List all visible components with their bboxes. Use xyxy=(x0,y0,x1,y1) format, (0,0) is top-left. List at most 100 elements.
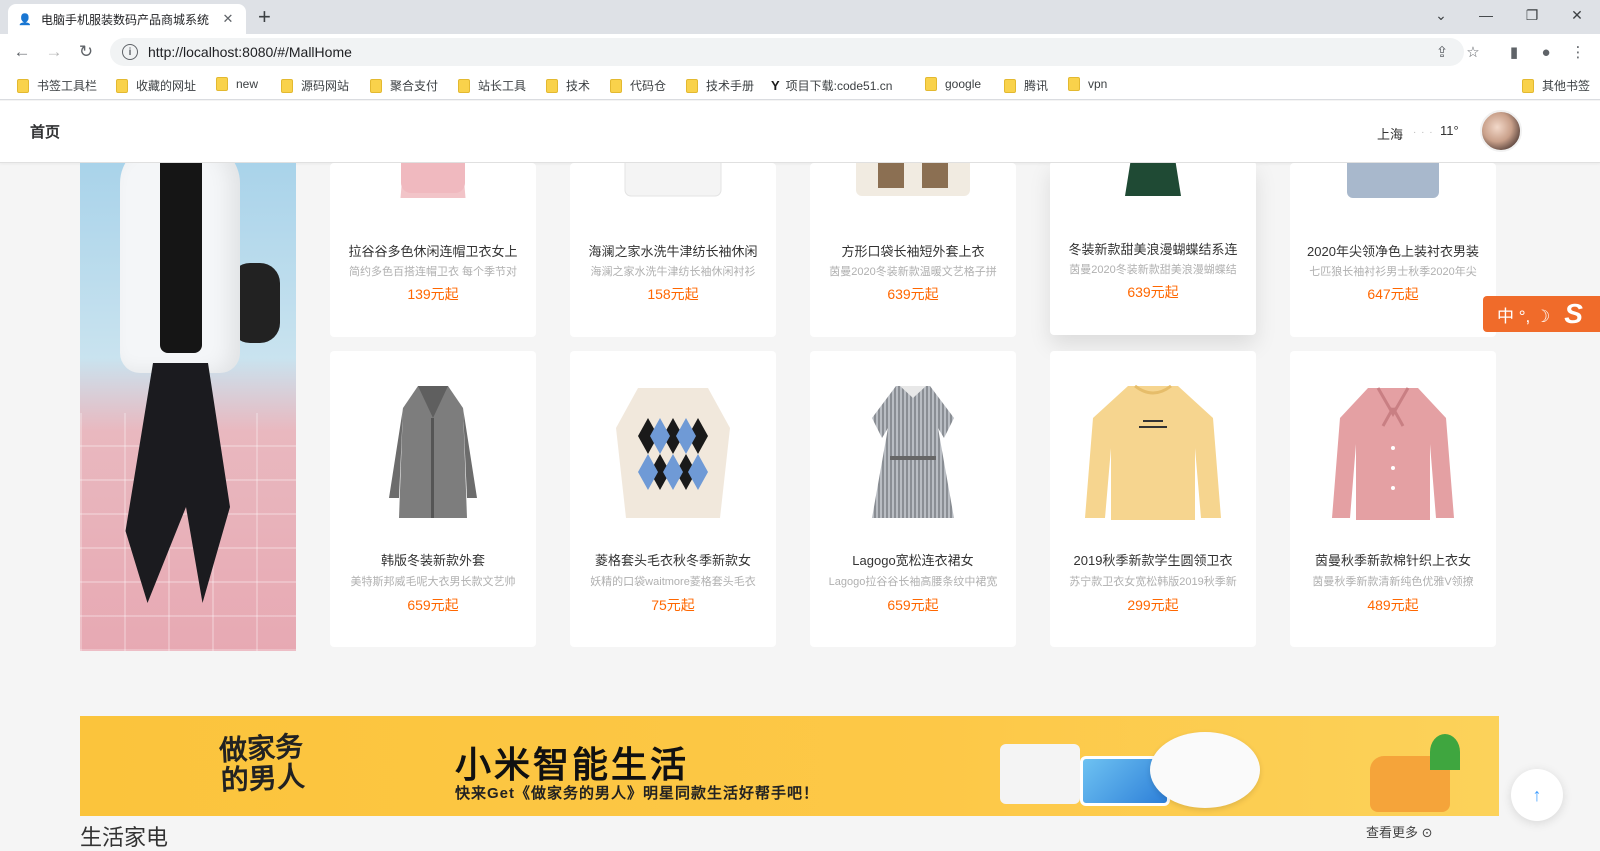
product-desc: 茵曼2020冬装新款温暖文艺格子拼 xyxy=(829,266,997,278)
folder-icon xyxy=(116,78,128,93)
url-text: http://localhost:8080/#/MallHome xyxy=(148,44,352,60)
folder-icon xyxy=(370,78,382,93)
profile-icon[interactable]: ● xyxy=(1534,40,1558,64)
browser-toolbar: ← → ↻ i http://localhost:8080/#/MallHome… xyxy=(0,34,1600,70)
back-to-top-button[interactable]: ↑ xyxy=(1511,769,1563,821)
product-price: 639元起 xyxy=(1127,284,1179,300)
site-header: 首页 上海 · · · 11° xyxy=(0,101,1600,163)
product-card[interactable]: Lagogo宽松连衣裙女 Lagogo拉谷谷长袖高腰条纹中裙宽 659元起 xyxy=(810,351,1016,647)
bookmark-item[interactable]: 源码网站 xyxy=(281,77,349,94)
product-price: 139元起 xyxy=(407,286,459,302)
bookmark-item[interactable]: 书签工具栏 xyxy=(17,77,97,94)
product-image xyxy=(1083,373,1223,533)
folder-icon xyxy=(610,78,622,93)
product-desc: Lagogo拉谷谷长袖高腰条纹中裙宽 xyxy=(828,576,998,588)
menu-dots-icon[interactable]: ⋮ xyxy=(1566,40,1590,64)
product-image xyxy=(363,163,503,203)
bookmark-item[interactable]: new xyxy=(216,77,258,91)
side-promo-image[interactable] xyxy=(80,163,296,651)
product-name: Lagogo宽松连衣裙女 xyxy=(852,553,974,568)
tab-favicon-icon: 👤 xyxy=(18,13,32,26)
product-desc: 美特斯邦威毛呢大衣男长款文艺帅 xyxy=(350,576,516,588)
product-card[interactable]: 菱格套头毛衣秋冬季新款女 妖精的口袋waitmore菱格套头毛衣 75元起 xyxy=(570,351,776,647)
bookmark-item[interactable]: 技术 xyxy=(546,77,590,94)
product-card[interactable]: 方形口袋长袖短外套上衣 茵曼2020冬装新款温暖文艺格子拼 639元起 xyxy=(810,163,1016,337)
back-arrow-icon[interactable]: ← xyxy=(10,40,34,64)
folder-icon xyxy=(686,78,698,93)
product-card[interactable]: 2019秋季新款学生圆领卫衣 苏宁款卫衣女宽松韩版2019秋季新 299元起 xyxy=(1050,351,1256,647)
ime-logo-icon: S xyxy=(1564,298,1583,329)
folder-icon xyxy=(925,77,937,91)
section-title: 生活家电 xyxy=(80,825,169,850)
product-name: 拉谷谷多色休闲连帽卫衣女上 xyxy=(348,244,518,259)
tab-title: 电脑手机服装数码产品商城系统 xyxy=(41,12,210,27)
bookmark-item[interactable]: 收藏的网址 xyxy=(116,77,196,94)
product-name: 韩版冬装新款外套 xyxy=(380,553,485,568)
bookmark-star-icon[interactable]: ☆ xyxy=(1461,40,1485,64)
xiaomi-smart-life-banner[interactable]: 做家务 的男人 小米智能生活 快来Get《做家务的男人》明星同款生活好帮手吧！ xyxy=(80,716,1499,816)
new-tab-plus-icon[interactable]: + xyxy=(258,5,271,29)
reload-icon[interactable]: ↻ xyxy=(74,40,98,64)
folder-icon xyxy=(1522,78,1534,93)
banner-title: 小米智能生活 xyxy=(455,744,690,785)
bookmark-item[interactable]: 技术手册 xyxy=(686,77,754,94)
folder-icon xyxy=(281,78,293,93)
product-card[interactable]: 海澜之家水洗牛津纺长袖休闲 海澜之家水洗牛津纺长袖休闲衬衫 158元起 xyxy=(570,163,776,337)
folder-icon xyxy=(458,78,470,93)
other-bookmarks[interactable]: 其他书签 xyxy=(1522,77,1590,94)
folder-icon xyxy=(1004,78,1016,93)
minimize-icon[interactable]: — xyxy=(1463,0,1509,30)
product-image xyxy=(843,373,983,533)
product-image xyxy=(1083,163,1223,201)
weather-cloud-icon: · · · xyxy=(1413,127,1434,138)
restore-icon[interactable]: ❐ xyxy=(1509,0,1555,30)
product-desc: 茵曼2020冬装新款甜美浪漫蝴蝶结 xyxy=(1069,264,1237,276)
product-name: 冬装新款甜美浪漫蝴蝶结系连 xyxy=(1068,242,1238,257)
product-price: 659元起 xyxy=(407,597,459,613)
product-price: 647元起 xyxy=(1367,286,1419,302)
product-name: 2019秋季新款学生圆领卫衣 xyxy=(1073,553,1233,568)
forward-arrow-icon[interactable]: → xyxy=(42,40,66,64)
side-panel-icon[interactable]: ▮ xyxy=(1502,40,1526,64)
nav-home-link[interactable]: 首页 xyxy=(30,121,60,142)
appliance-image xyxy=(1000,744,1080,804)
product-card[interactable]: 冬装新款甜美浪漫蝴蝶结系连 茵曼2020冬装新款甜美浪漫蝴蝶结 639元起 xyxy=(1050,163,1256,335)
ime-status: 中 °, ☽ xyxy=(1497,306,1551,326)
folder-icon xyxy=(216,77,228,91)
bookmarks-bar: 书签工具栏 收藏的网址 new 源码网站 聚合支付 站长工具 技术 代码仓 技术… xyxy=(0,70,1600,100)
share-icon[interactable]: ⇪ xyxy=(1430,40,1454,64)
bookmark-item[interactable]: vpn xyxy=(1068,77,1107,91)
weather-city: 上海 xyxy=(1377,127,1404,142)
product-image xyxy=(603,163,743,203)
product-desc: 七匹狼长袖衬衫男士秋季2020年尖 xyxy=(1309,266,1477,278)
bookmark-item[interactable]: 腾讯 xyxy=(1004,77,1048,94)
bookmark-item[interactable]: 聚合支付 xyxy=(370,77,438,94)
browser-tab[interactable]: 👤 电脑手机服装数码产品商城系统 ✕ xyxy=(8,4,246,34)
folder-icon xyxy=(1068,77,1080,91)
bookmark-item[interactable]: google xyxy=(925,77,981,91)
banner-subtitle: 快来Get《做家务的男人》明星同款生活好帮手吧！ xyxy=(455,785,820,802)
bookmark-item[interactable]: Y 项目下载:code51.cn xyxy=(771,77,892,94)
product-price: 75元起 xyxy=(651,597,695,613)
bookmark-item[interactable]: 代码仓 xyxy=(610,77,666,94)
folder-icon xyxy=(17,78,29,93)
product-card[interactable]: 韩版冬装新款外套 美特斯邦威毛呢大衣男长款文艺帅 659元起 xyxy=(330,351,536,647)
tab-search-chevron-icon[interactable]: ⌄ xyxy=(1418,0,1464,30)
product-card[interactable]: 拉谷谷多色休闲连帽卫衣女上 简约多色百搭连帽卫衣 每个季节对 139元起 xyxy=(330,163,536,337)
ime-toolbar[interactable]: 中 °, ☽ S xyxy=(1483,296,1600,332)
product-card[interactable]: 茵曼秋季新款棉针织上衣女 茵曼秋季新款清新纯色优雅V领撩 489元起 xyxy=(1290,351,1496,647)
user-avatar[interactable] xyxy=(1480,110,1522,152)
product-card[interactable]: 2020年尖领净色上装衬衣男装 七匹狼长袖衬衫男士秋季2020年尖 647元起 xyxy=(1290,163,1496,337)
bookmark-item[interactable]: 站长工具 xyxy=(458,77,526,94)
window-close-icon[interactable]: ✕ xyxy=(1554,0,1600,30)
tab-close-icon[interactable]: ✕ xyxy=(220,11,236,27)
product-name: 方形口袋长袖短外套上衣 xyxy=(841,244,985,259)
view-more-link[interactable]: 查看更多 ⊙ xyxy=(1366,822,1433,841)
product-price: 158元起 xyxy=(647,286,699,302)
product-price: 639元起 xyxy=(887,286,939,302)
banner-logo: 做家务 的男人 xyxy=(218,729,306,798)
address-bar[interactable]: i http://localhost:8080/#/MallHome xyxy=(110,38,1464,66)
product-image xyxy=(843,163,983,203)
site-info-icon[interactable]: i xyxy=(122,44,138,60)
browser-tab-bar: 👤 电脑手机服装数码产品商城系统 ✕ + ⌄ — ❐ ✕ xyxy=(0,0,1600,34)
